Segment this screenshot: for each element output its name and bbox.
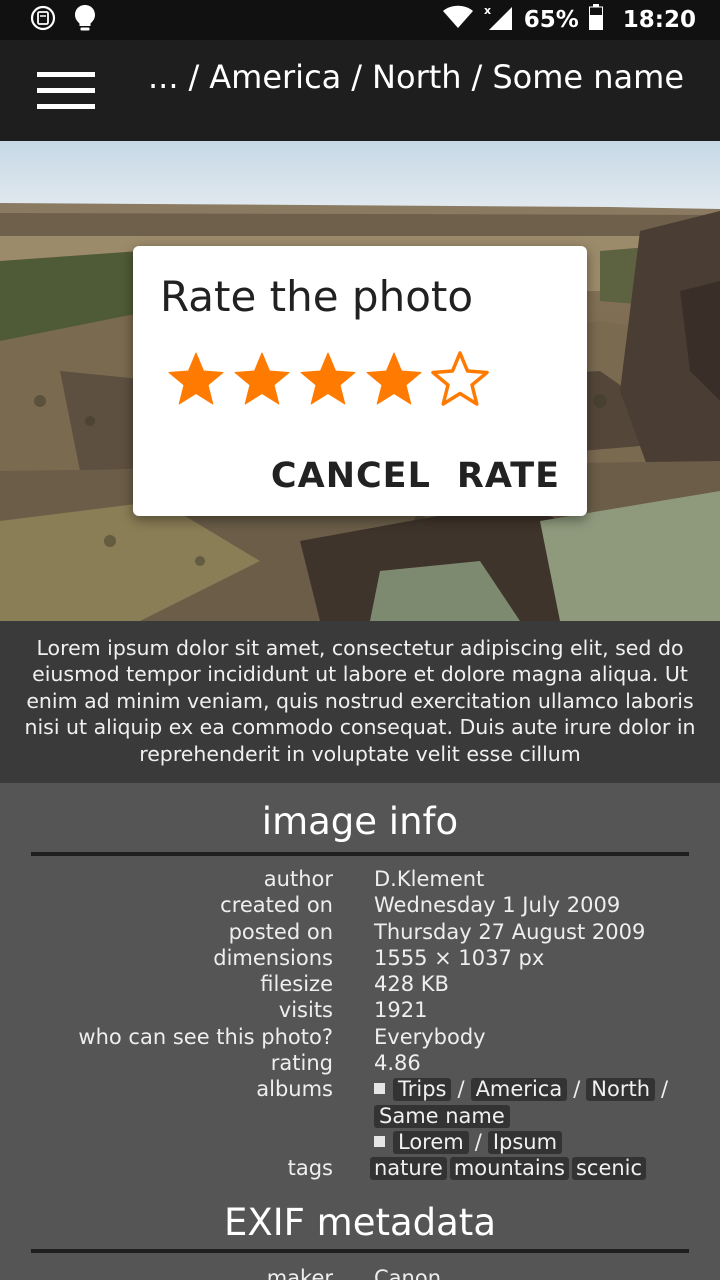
info-key: created on	[220, 893, 333, 918]
info-value: D.Klement	[374, 867, 485, 891]
star-filled-icon[interactable]	[166, 350, 226, 408]
battery-icon	[588, 4, 603, 36]
rate-dialog: Rate the photo CANCEL RATE	[133, 246, 587, 516]
exif-row: maker Canon	[0, 1265, 720, 1280]
info-value: Thursday 27 August 2009	[374, 919, 646, 944]
cell-signal-icon: x	[484, 3, 514, 37]
album-ipsum[interactable]: Ipsum	[487, 1130, 563, 1154]
rate-button[interactable]: RATE	[457, 456, 560, 496]
star-filled-icon[interactable]	[232, 350, 292, 408]
image-info-divider	[31, 852, 689, 856]
info-key: who can see this photo?	[78, 1024, 333, 1049]
info-key: author	[263, 867, 333, 891]
svg-text:x: x	[484, 4, 491, 17]
info-row: posted on Thursday 27 August 2009	[0, 919, 720, 945]
info-row: dimensions 1555 × 1037 px	[0, 945, 720, 971]
exif-key: maker	[266, 1266, 333, 1280]
lightbulb-icon	[74, 4, 96, 36]
status-bar: x 65% 18:20	[0, 0, 720, 40]
star-filled-icon[interactable]	[364, 350, 424, 408]
star-empty-icon[interactable]	[430, 350, 490, 408]
info-key: filesize	[260, 972, 333, 997]
tags-label: tags	[287, 1156, 333, 1181]
album-trips[interactable]: Trips	[393, 1078, 452, 1102]
info-row: visits 1921	[0, 997, 720, 1023]
album-bullet-icon	[374, 1135, 385, 1147]
tags-value: nature mountains scenic	[370, 1155, 720, 1181]
info-value: Everybody	[374, 1024, 486, 1049]
info-key: rating	[270, 1051, 333, 1076]
app-notification-icon	[30, 5, 56, 35]
breadcrumb-america[interactable]: America	[209, 58, 341, 96]
battery-level: 65%	[523, 7, 579, 33]
exif-table: maker Canon	[0, 1265, 720, 1280]
albums-row: albums Trips / America / North / Same name Lo…	[0, 1076, 720, 1155]
info-row: rating 4.86	[0, 1050, 720, 1076]
exif-heading: EXIF metadata	[223, 1201, 496, 1244]
albums-value: Trips / America / North / Same name Lorem / Ips…	[374, 1076, 720, 1155]
app-bar: ... / America / North / Some name	[0, 40, 720, 141]
breadcrumb-current: Some name	[492, 58, 684, 96]
wifi-icon	[442, 5, 474, 35]
info-value: Wednesday 1 July 2009	[374, 893, 621, 918]
album-lorem[interactable]: Lorem	[393, 1130, 469, 1154]
info-row: who can see this photo? Everybody	[0, 1024, 720, 1050]
photo-description: Lorem ipsum dolor sit amet, consectetur …	[0, 621, 720, 783]
info-row: filesize 428 KB	[0, 971, 720, 997]
album-bullet-icon	[374, 1083, 385, 1095]
exif-value: Canon	[374, 1266, 441, 1280]
dialog-title: Rate the photo	[160, 272, 474, 321]
info-row: author D.Klement	[0, 866, 720, 892]
album-north[interactable]: North	[586, 1078, 655, 1102]
tag-mountains[interactable]: mountains	[449, 1157, 569, 1181]
info-key: dimensions	[213, 945, 333, 970]
breadcrumb-north[interactable]: North	[372, 58, 462, 96]
tag-nature[interactable]: nature	[370, 1157, 447, 1181]
image-info-table: author D.Klement created on Wednesday 1 Jul…	[0, 866, 720, 1182]
info-row: created on Wednesday 1 July 2009	[0, 892, 720, 918]
star-filled-icon[interactable]	[298, 350, 358, 408]
breadcrumb: ... / America / North / Some name	[147, 58, 684, 96]
info-value: 1921	[374, 998, 428, 1023]
info-value: 4.86	[374, 1051, 421, 1076]
album-america[interactable]: America	[470, 1078, 568, 1102]
tags-row: tags nature mountains scenic	[0, 1155, 720, 1181]
info-key: posted on	[228, 919, 333, 944]
clock: 18:20	[622, 7, 696, 33]
star-rating[interactable]	[166, 350, 490, 408]
menu-icon[interactable]	[37, 72, 95, 110]
info-value: 1555 × 1037 px	[374, 945, 545, 970]
tag-scenic[interactable]: scenic	[571, 1157, 647, 1181]
image-info-heading: image info	[261, 800, 459, 843]
exif-divider	[31, 1249, 689, 1253]
album-same-name[interactable]: Same name	[374, 1104, 510, 1128]
info-value: 428 KB	[374, 972, 449, 997]
cancel-button[interactable]: CANCEL	[271, 456, 431, 496]
info-key: visits	[278, 998, 333, 1023]
breadcrumb-ellipsis[interactable]: ...	[148, 58, 179, 96]
